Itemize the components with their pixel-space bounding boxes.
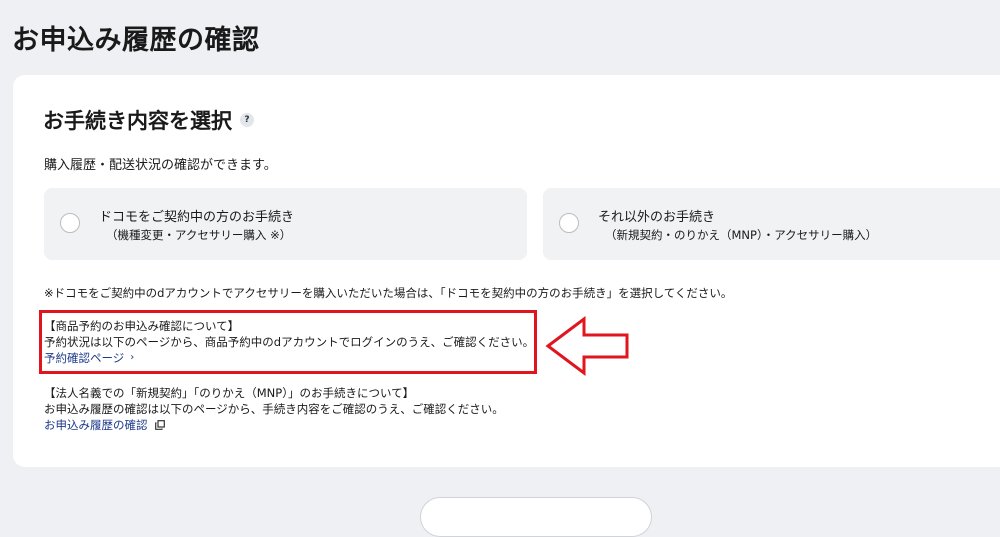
accessory-note: ※ドコモをご契約中のdアカウントでアクセサリーを購入いただいた場合は、「ドコモを… [44, 286, 733, 300]
option-other-label: それ以外のお手続き [598, 210, 716, 225]
section-description: 購入履歴・配送状況の確認ができます。 [44, 158, 277, 173]
radio-other[interactable] [559, 213, 579, 233]
external-window-icon [154, 420, 165, 430]
page-title: お申込み履歴の確認 [12, 25, 260, 56]
option-docomo-contract[interactable]: ドコモをご契約中の方のお手続き （機種変更・アクセサリー購入 ※） [44, 188, 527, 260]
corporate-history-link-label: お申込み履歴の確認 [44, 418, 148, 432]
bottom-button[interactable] [420, 497, 652, 537]
option-other[interactable]: それ以外のお手続き （新規契約・のりかえ（MNP）・アクセサリー購入） [543, 188, 1000, 260]
corporate-heading: 【法人名義での「新規契約」「のりかえ（MNP）」のお手続きについて】 [44, 386, 415, 400]
corporate-info: 【法人名義での「新規契約」「のりかえ（MNP）」のお手続きについて】 お申込み履… [44, 385, 504, 433]
section-title: お手続き内容を選択 ? [43, 105, 254, 135]
highlight-box [39, 310, 537, 374]
corporate-history-link[interactable]: お申込み履歴の確認 [44, 417, 165, 433]
option-docomo-contract-sub: （機種変更・アクセサリー購入 ※） [106, 228, 292, 242]
arrow-left-icon [545, 316, 629, 376]
procedure-card: お手続き内容を選択 ? 購入履歴・配送状況の確認ができます。 ドコモをご契約中の… [13, 75, 1000, 467]
section-title-text: お手続き内容を選択 [43, 109, 232, 133]
option-docomo-contract-label: ドコモをご契約中の方のお手続き [99, 210, 295, 225]
radio-docomo-contract[interactable] [60, 213, 80, 233]
help-icon[interactable]: ? [240, 113, 254, 127]
option-other-sub: （新規契約・のりかえ（MNP）・アクセサリー購入） [605, 228, 878, 242]
corporate-text: お申込み履歴の確認は以下のページから、手続き内容をご確認のうえ、ご確認ください。 [44, 402, 504, 416]
